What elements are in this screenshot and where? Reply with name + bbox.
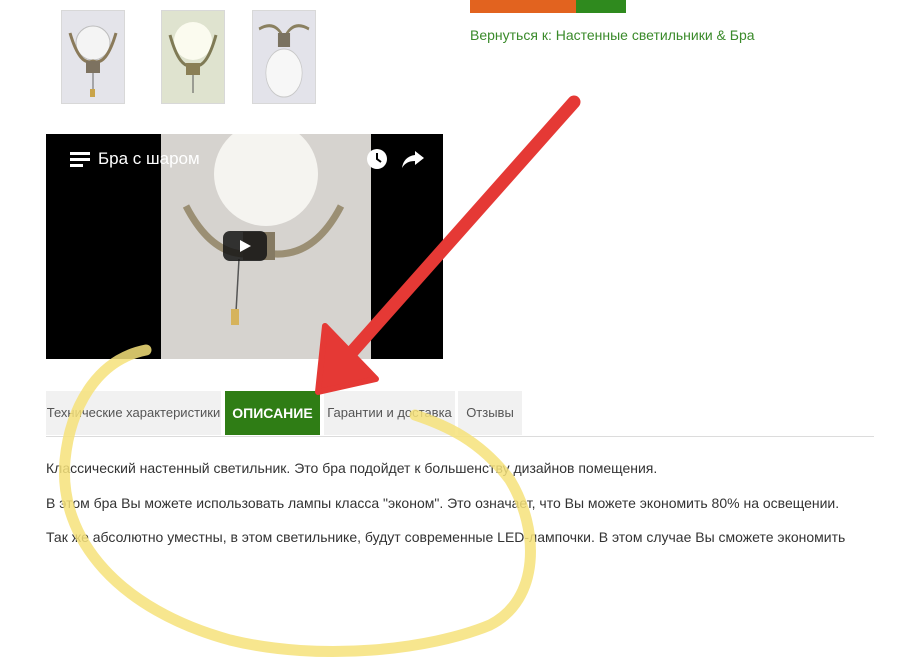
tab-warranty-delivery[interactable]: Гарантии и доставка [324, 391, 455, 435]
description-fade [0, 548, 900, 568]
tabs-divider [46, 436, 874, 437]
watch-later-icon[interactable] [366, 148, 388, 170]
wall-lamp-globe-image [253, 11, 315, 103]
wall-lamp-lit-image [162, 11, 224, 103]
tab-specifications[interactable]: Технические характеристики [46, 391, 221, 435]
description-paragraph-2: В этом бра Вы можете использовать лампы … [46, 495, 840, 511]
video-player[interactable]: Бра с шаром [46, 134, 443, 359]
play-button[interactable] [223, 231, 267, 261]
product-thumbnail-3[interactable] [252, 10, 316, 104]
add-to-cart-button[interactable] [470, 0, 576, 13]
description-paragraph-1: Классический настенный светильник. Это б… [46, 460, 658, 476]
product-thumbnail-1[interactable] [61, 10, 125, 104]
wall-lamp-image [62, 11, 124, 103]
product-thumbnail-2[interactable] [161, 10, 225, 104]
description-paragraph-3: Так же абсолютно уместны, в этом светиль… [46, 529, 846, 545]
tab-reviews[interactable]: Отзывы [458, 391, 522, 435]
share-icon[interactable] [401, 149, 425, 169]
playlist-icon[interactable] [70, 152, 90, 168]
cart-dropdown-button[interactable] [576, 0, 626, 13]
video-title[interactable]: Бра с шаром [98, 149, 200, 169]
tab-description[interactable]: ОПИСАНИЕ [225, 391, 320, 435]
back-to-category-link[interactable]: Вернуться к: Настенные светильники & Бра [470, 27, 755, 43]
